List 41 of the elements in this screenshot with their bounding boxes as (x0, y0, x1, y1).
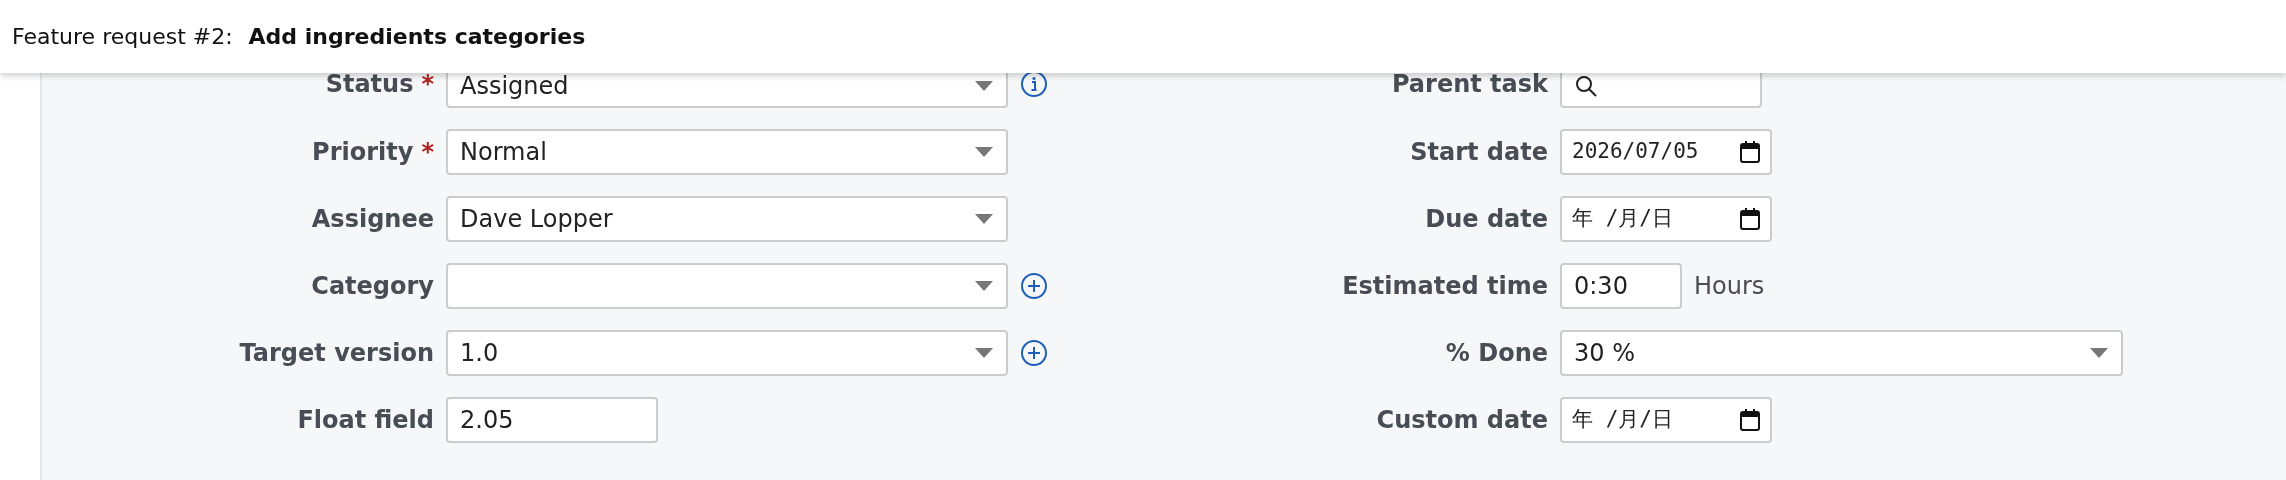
date-field[interactable]: 年 /月/日 (1560, 196, 1772, 242)
search-field[interactable] (1560, 73, 1762, 108)
field-label: Assignee (311, 204, 434, 235)
dropdown-field[interactable]: Assigned (446, 73, 1008, 108)
input-field[interactable]: 0:30 (1560, 263, 1682, 309)
caret-icon (2089, 347, 2109, 359)
caret-icon (974, 146, 994, 158)
field-label: Float field (297, 405, 434, 436)
field-label: % Done (1445, 338, 1548, 369)
field-label: Estimated time (1342, 271, 1548, 302)
calendar-icon[interactable] (1740, 208, 1760, 230)
unit-label: Hours (1694, 271, 1765, 302)
caret-icon (974, 213, 994, 225)
search-icon[interactable] (1574, 73, 1598, 98)
add-icon[interactable] (1020, 339, 1048, 367)
calendar-icon[interactable] (1740, 141, 1760, 163)
field-label: Parent task (1391, 68, 1548, 100)
field-label: Status (325, 68, 414, 100)
date-field[interactable]: 年 /月/日 (1560, 397, 1772, 443)
required-mark: * (421, 68, 434, 100)
field-label: Start date (1410, 137, 1548, 168)
field-label: Due date (1425, 204, 1548, 235)
field-label: Custom date (1376, 405, 1548, 436)
field-label: Category (311, 271, 434, 302)
dropdown-field[interactable]: Dave Lopper (446, 196, 1008, 242)
issue-type: Feature request #2: (12, 23, 233, 51)
date-field[interactable]: 2026/07/05 (1560, 129, 1772, 175)
dropdown-field[interactable]: 1.0 (446, 330, 1008, 376)
issue-title: Add ingredients categories (248, 23, 586, 51)
dropdown-field[interactable]: Normal (446, 129, 1008, 175)
calendar-icon[interactable] (1740, 409, 1760, 431)
required-mark: * (421, 137, 434, 168)
field-label: Priority (312, 137, 414, 168)
caret-icon (974, 347, 994, 359)
input-field[interactable]: 2.05 (446, 397, 658, 443)
add-icon[interactable] (1020, 272, 1048, 300)
caret-icon (974, 280, 994, 292)
field-label: Target version (239, 338, 434, 369)
caret-icon (974, 79, 994, 92)
dropdown-field[interactable]: 30 % (1560, 330, 2123, 376)
dropdown-field[interactable] (446, 263, 1008, 309)
